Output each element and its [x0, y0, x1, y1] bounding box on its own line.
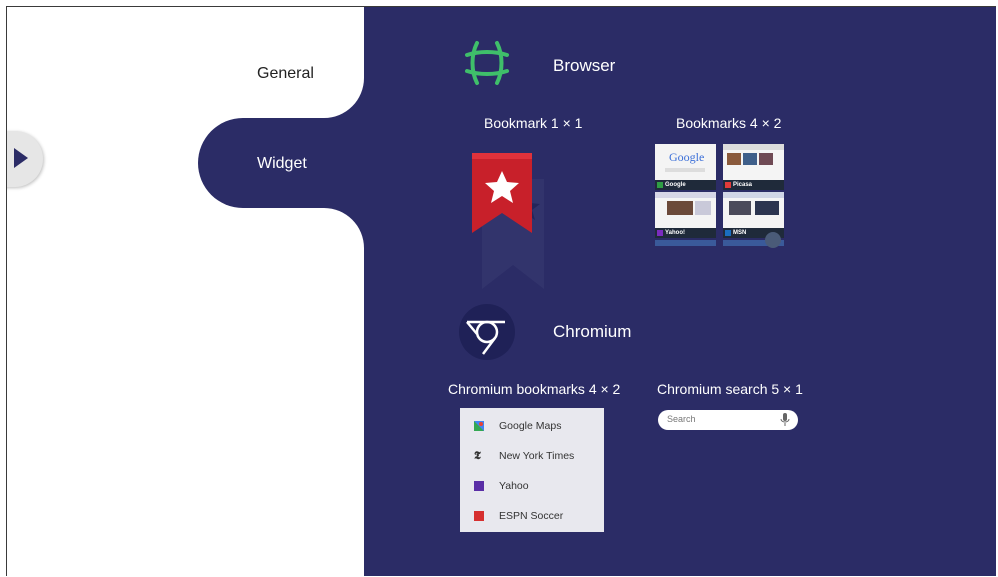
nav-item-widget[interactable]: Widget — [257, 155, 307, 173]
list-item[interactable]: Google Maps — [474, 416, 561, 436]
play-triangle-icon — [14, 148, 28, 168]
bookmark-1x1-label: Bookmark 1 × 1 — [484, 115, 583, 131]
widget-content-panel: Browser Bookmark 1 × 1 Bookmarks 4 × 2 G… — [364, 7, 996, 576]
bookmark-thumb-picasa: Picasa — [723, 144, 784, 190]
list-item[interactable]: Yahoo — [474, 476, 529, 496]
sidebar-toggle-button[interactable] — [7, 131, 43, 187]
bookmark-thumb-google: Google Google — [655, 144, 716, 190]
chromium-search-widget[interactable]: Search — [658, 410, 798, 430]
globe-grid-icon — [465, 41, 509, 85]
launcher-window: General Browser Bookmark 1 × 1 Bookmarks… — [6, 6, 996, 576]
search-placeholder: Search — [667, 414, 696, 424]
bookmark-thumb-msn: MSN — [723, 192, 784, 238]
list-item[interactable]: ESPN Soccer — [474, 506, 563, 526]
microphone-icon[interactable] — [780, 413, 790, 427]
yahoo-icon — [474, 481, 484, 491]
bookmarks-4x2-label: Bookmarks 4 × 2 — [676, 115, 782, 131]
chromium-icon — [459, 304, 515, 360]
bookmark-thumb-yahoo: Yahoo! — [655, 192, 716, 238]
nyt-icon: 𝕿 — [474, 450, 481, 462]
browser-title: Browser — [553, 56, 616, 75]
chromium-bookmarks-widget[interactable]: Google Maps 𝕿 New York Times Yahoo ESPN … — [460, 408, 604, 532]
chromium-search-label: Chromium search 5 × 1 — [657, 381, 803, 397]
google-maps-icon — [474, 421, 484, 431]
espn-icon — [474, 511, 484, 521]
nav-item-general[interactable]: General — [257, 65, 314, 83]
bookmark-1x1-widget[interactable] — [464, 149, 549, 299]
list-item[interactable]: 𝕿 New York Times — [474, 446, 574, 466]
bookmarks-4x2-widget[interactable]: Google Google Picasa Yahoo! MSN — [655, 144, 787, 250]
settings-sidebar: General — [7, 7, 364, 576]
chromium-title: Chromium — [553, 322, 632, 341]
chromium-bookmarks-label: Chromium bookmarks 4 × 2 — [448, 381, 621, 397]
